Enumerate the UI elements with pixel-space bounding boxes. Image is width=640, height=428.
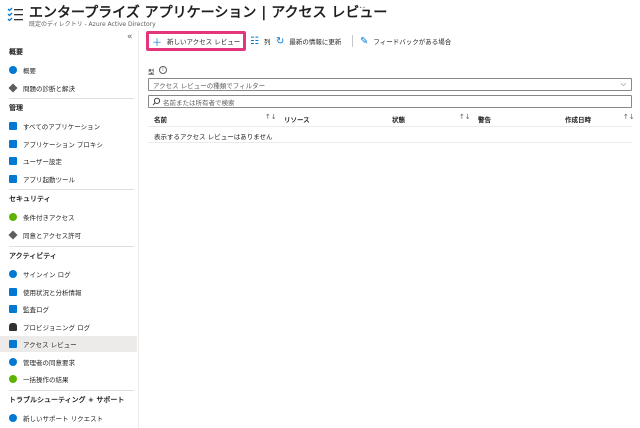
collapse-sidebar-button[interactable]: « — [127, 32, 133, 42]
search-placeholder: 名前または所有者で検索 — [163, 98, 235, 107]
sidebar-item-label: 条件付きアクセス — [23, 214, 75, 222]
columns-button[interactable]: ☷ 列 — [250, 30, 270, 52]
sidebar-divider — [9, 189, 134, 190]
user-settings-icon — [9, 157, 17, 165]
proxy-icon — [9, 139, 17, 148]
info-icon[interactable]: i — [159, 66, 167, 74]
sort-icon[interactable]: ↑↓ — [623, 113, 635, 121]
type-filter-placeholder: アクセス レビューの種類でフィルター — [153, 81, 266, 90]
globe-icon — [9, 357, 17, 366]
column-header-created[interactable]: 作成日時 — [565, 114, 591, 124]
sidebar-item[interactable]: アプリ起動ツール — [0, 171, 137, 187]
refresh-button[interactable]: ↻ 最新の情報に更新 — [276, 30, 341, 52]
sidebar-item-label: すべてのアプリケーション — [23, 123, 101, 131]
sidebar-item[interactable]: 条件付きアクセス — [0, 209, 137, 225]
plus-icon: ＋ — [152, 37, 162, 49]
support-icon — [9, 414, 17, 422]
columns-label: 列 — [263, 38, 271, 46]
sort-icon[interactable]: ↑↓ — [459, 113, 471, 121]
more-options-button[interactable]: ··· — [356, 3, 366, 14]
sidebar-item-label: 一括操作の結果 — [23, 376, 69, 384]
group-icon — [9, 375, 17, 383]
sidebar-item-label: アプリケーション プロキシ — [23, 140, 103, 149]
type-label: 型 — [148, 68, 155, 76]
empty-message: 表示するアクセス レビューはありません — [154, 133, 273, 141]
sidebar-item-label: 同意とアクセス許可 — [23, 231, 82, 240]
page-header: エンタープライズ アプリケーション | アクセス レビュー ··· 既定のディレ… — [0, 0, 640, 30]
sidebar-item-label: サインイン ログ — [23, 271, 71, 279]
feedback-label: フィードバックがある場合 — [373, 38, 452, 46]
columns-icon: ☷ — [250, 35, 259, 47]
sidebar-item-label: 監査ログ — [23, 306, 49, 314]
sidebar-item-label: 問題の診断と解決 — [23, 84, 75, 93]
sort-icon[interactable]: ↑↓ — [265, 113, 277, 121]
sidebar-item[interactable]: 問題の診断と解決 — [0, 80, 137, 96]
chart-icon — [9, 287, 17, 296]
new-access-review-button[interactable]: ＋ 新しいアクセス レビュー — [152, 30, 240, 52]
sidebar-item[interactable]: 同意とアクセス許可 — [0, 227, 137, 243]
sidebar-item[interactable]: 管理者の同意要求 — [0, 354, 137, 370]
sidebar-item[interactable]: プロビジョニング ログ — [0, 319, 137, 335]
grid-icon — [9, 122, 17, 130]
refresh-label: 最新の情報に更新 — [289, 38, 342, 46]
page-subtitle: 既定のディレクトリ - Azure Active Directory — [29, 21, 156, 28]
sidebar-item-label: アクセス レビュー — [23, 341, 77, 349]
sidebar-item-label: アプリ起動ツール — [23, 175, 75, 184]
sidebar-item-label: 使用状況と分析情報 — [23, 288, 82, 297]
toolbar: ＋ 新しいアクセス レビュー ☷ 列 ↻ 最新の情報に更新 ✎ フィードバックが… — [146, 30, 634, 52]
sidebar-section-title: トラブルシューティング + サポート — [9, 396, 125, 404]
sidebar-item-label: プロビジョニング ログ — [23, 323, 91, 332]
toolbar-divider — [352, 35, 353, 47]
sidebar-item[interactable]: サインイン ログ — [0, 266, 137, 282]
conditional-access-icon — [9, 213, 17, 221]
sidebar-section-title: アクティビティ — [9, 252, 57, 260]
refresh-icon: ↻ — [276, 35, 285, 47]
type-filter-dropdown[interactable]: アクセス レビューの種類でフィルター ⌵ — [148, 78, 632, 91]
wrench-icon — [8, 82, 18, 93]
sidebar-item[interactable]: 概要 — [0, 62, 137, 78]
sidebar-item-label: 新しいサポート リクエスト — [23, 415, 104, 423]
sidebar-item[interactable]: アプリケーション プロキシ — [0, 136, 137, 152]
launcher-icon — [9, 174, 17, 183]
sidebar: « 概要 概要 問題の診断と解決 管理 すべてのアプリケーション アプリケーション プロキ… — [0, 30, 139, 428]
sidebar-item[interactable]: ユーザー設定 — [0, 153, 137, 169]
sidebar-item[interactable]: アクセス レビュー — [0, 336, 137, 352]
table-header: 名前 ↑↓ リソース 状態 ↑↓ 警告 作成日時 ↑↓ — [148, 111, 635, 127]
chevron-down-icon: ⌵ — [620, 80, 626, 88]
sidebar-item-label: 管理者の同意要求 — [23, 358, 75, 367]
sidebar-item[interactable]: 使用状況と分析情報 — [0, 284, 137, 300]
feedback-icon: ✎ — [360, 35, 369, 47]
sidebar-section-title: 概要 — [9, 48, 23, 56]
column-header-warnings[interactable]: 警告 — [478, 114, 491, 124]
sidebar-section-title: 管理 — [9, 104, 23, 112]
sidebar-section-title: セキュリティ — [9, 195, 51, 203]
sidebar-item-label: ユーザー設定 — [23, 158, 62, 166]
list-check-icon — [9, 340, 17, 348]
sidebar-item-label: 概要 — [23, 67, 36, 75]
table-divider — [148, 142, 632, 143]
person-icon — [9, 322, 17, 331]
info-icon — [9, 66, 17, 74]
column-header-name[interactable]: 名前 — [154, 114, 167, 124]
column-header-resource[interactable]: リソース — [284, 114, 310, 124]
sidebar-divider — [9, 98, 134, 99]
feedback-button[interactable]: ✎ フィードバックがある場合 — [360, 30, 451, 52]
column-header-status[interactable]: 状態 — [392, 114, 405, 124]
cube-icon — [8, 229, 18, 240]
sidebar-item[interactable]: 監査ログ — [0, 301, 137, 317]
list-check-icon — [7, 7, 23, 22]
signin-icon — [9, 270, 17, 278]
sidebar-item[interactable]: 新しいサポート リクエスト — [0, 410, 137, 426]
sidebar-item[interactable]: 一括操作の結果 — [0, 371, 137, 387]
search-input[interactable]: 名前または所有者で検索 — [148, 95, 632, 108]
search-icon — [152, 97, 161, 106]
audit-log-icon — [9, 305, 17, 313]
sidebar-item[interactable]: すべてのアプリケーション — [0, 118, 137, 134]
new-access-review-label: 新しいアクセス レビュー — [167, 38, 241, 46]
sidebar-divider — [9, 246, 134, 247]
sidebar-divider — [9, 390, 134, 391]
